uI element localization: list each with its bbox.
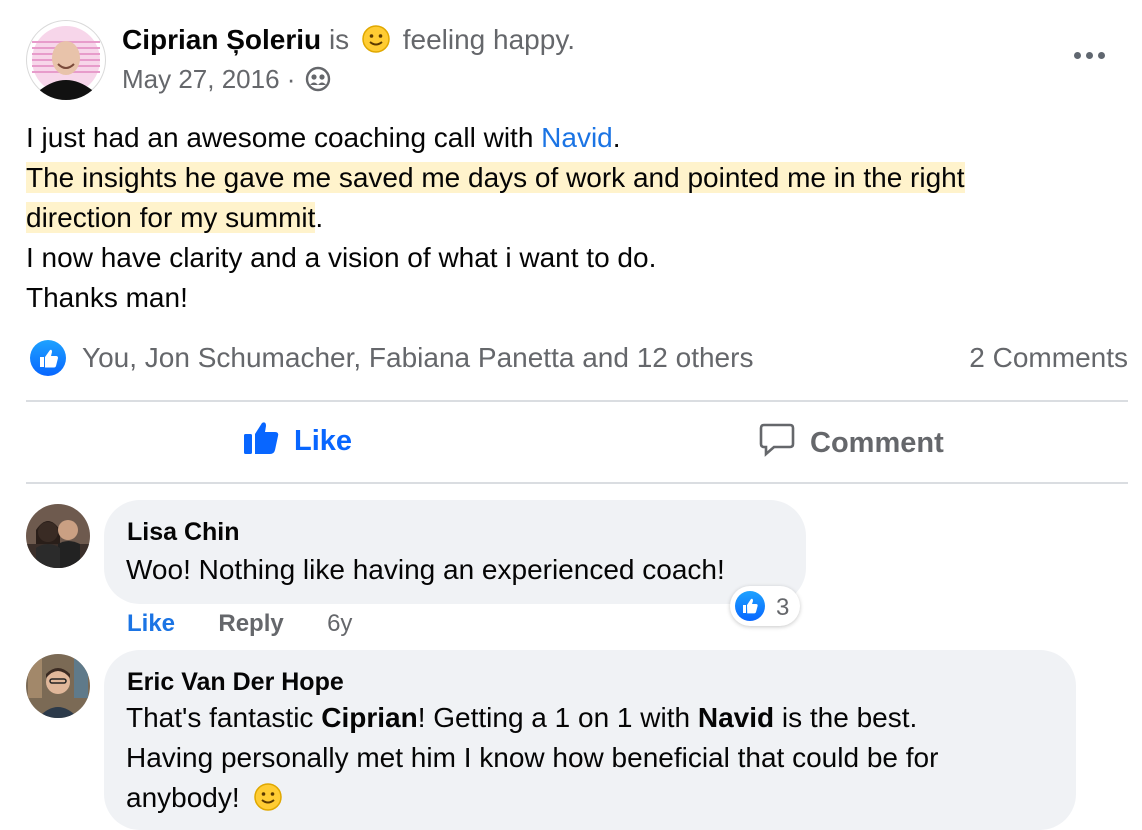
comment-text: That's fantastic Ciprian! Getting a 1 on… bbox=[126, 698, 938, 818]
highlighted-text: The insights he gave me saved me days of… bbox=[26, 162, 965, 193]
comment-bubble: Eric Van Der Hope That's fantastic Cipri… bbox=[104, 650, 1076, 830]
commenter-name[interactable]: Eric Van Der Hope bbox=[127, 668, 344, 697]
comment-button[interactable]: Comment bbox=[758, 420, 944, 466]
post-line: The insights he gave me saved me days of… bbox=[26, 158, 1126, 198]
comment-reply-button[interactable]: Reply bbox=[218, 610, 283, 637]
smiley-emoji-icon bbox=[361, 24, 391, 54]
post-text: I just had an awesome coaching call with… bbox=[26, 118, 1126, 318]
comment-text-segment: That's fantastic bbox=[126, 702, 322, 733]
post-line: Thanks man! bbox=[26, 282, 188, 313]
ciprian-mention[interactable]: Ciprian bbox=[321, 702, 417, 733]
like-reaction-icon bbox=[735, 591, 765, 621]
comment-text-segment: is the best. bbox=[774, 702, 918, 733]
post-date[interactable]: May 27, 2016 · bbox=[122, 64, 295, 94]
thumbs-up-icon bbox=[244, 422, 279, 454]
more-options-icon[interactable] bbox=[1068, 40, 1112, 70]
post-line: I just had an awesome coaching call with… bbox=[26, 118, 1126, 158]
comment-line: Having personally met him I know how ben… bbox=[126, 742, 939, 773]
post-text-segment: . bbox=[315, 202, 324, 233]
comment-actions: Like Reply 6y bbox=[127, 610, 352, 638]
post-line: I now have clarity and a vision of what … bbox=[26, 242, 657, 273]
post-text-segment: I just had an awesome coaching call with bbox=[26, 122, 542, 153]
like-label: Like bbox=[294, 425, 353, 457]
feeling-text: feeling happy. bbox=[402, 24, 576, 55]
comment-label: Comment bbox=[810, 427, 944, 459]
post-meta: May 27, 2016 · bbox=[122, 64, 331, 95]
author-avatar[interactable] bbox=[26, 20, 106, 100]
navid-mention-link[interactable]: Navid bbox=[541, 122, 613, 153]
smiley-emoji-icon bbox=[253, 782, 283, 812]
comment-bubble-icon bbox=[759, 423, 795, 457]
reactions-summary: You, Jon Schumacher, Fabiana Panetta and… bbox=[30, 340, 1130, 380]
commenter-avatar[interactable] bbox=[26, 504, 90, 568]
author-name[interactable]: Ciprian Șoleriu bbox=[122, 24, 321, 55]
comment-line: anybody! bbox=[126, 778, 938, 818]
post-text-segment: . bbox=[612, 122, 621, 153]
comment-text-segment: ! Getting a 1 on 1 with bbox=[417, 702, 698, 733]
divider bbox=[26, 482, 1128, 484]
reactors-list[interactable]: You, Jon Schumacher, Fabiana Panetta and… bbox=[82, 342, 753, 374]
divider bbox=[26, 400, 1128, 402]
comment-text-segment: anybody! bbox=[126, 782, 240, 813]
comment-bubble: Lisa Chin Woo! Nothing like having an ex… bbox=[104, 500, 806, 604]
comment-age[interactable]: 6y bbox=[327, 610, 352, 637]
commenter-name[interactable]: Lisa Chin bbox=[127, 518, 240, 547]
commenter-avatar[interactable] bbox=[26, 654, 90, 718]
post-header: Ciprian Șoleriu is feeling happy. bbox=[122, 24, 575, 56]
comment-reaction-pill[interactable]: 3 bbox=[730, 586, 800, 626]
is-word: is bbox=[328, 24, 350, 55]
reaction-count: 3 bbox=[776, 594, 790, 621]
comment-line: That's fantastic Ciprian! Getting a 1 on… bbox=[126, 698, 938, 738]
like-button[interactable]: Like bbox=[242, 420, 352, 466]
comment-like-button[interactable]: Like bbox=[127, 610, 175, 637]
post-line: direction for my summit. bbox=[26, 198, 1126, 238]
navid-mention[interactable]: Navid bbox=[698, 702, 774, 733]
comment-count[interactable]: 2 Comments bbox=[969, 342, 1128, 374]
comment-text: Woo! Nothing like having an experienced … bbox=[126, 554, 725, 585]
like-reaction-icon[interactable] bbox=[30, 340, 66, 376]
friends-audience-icon bbox=[305, 66, 331, 92]
highlighted-text: direction for my summit bbox=[26, 202, 316, 233]
